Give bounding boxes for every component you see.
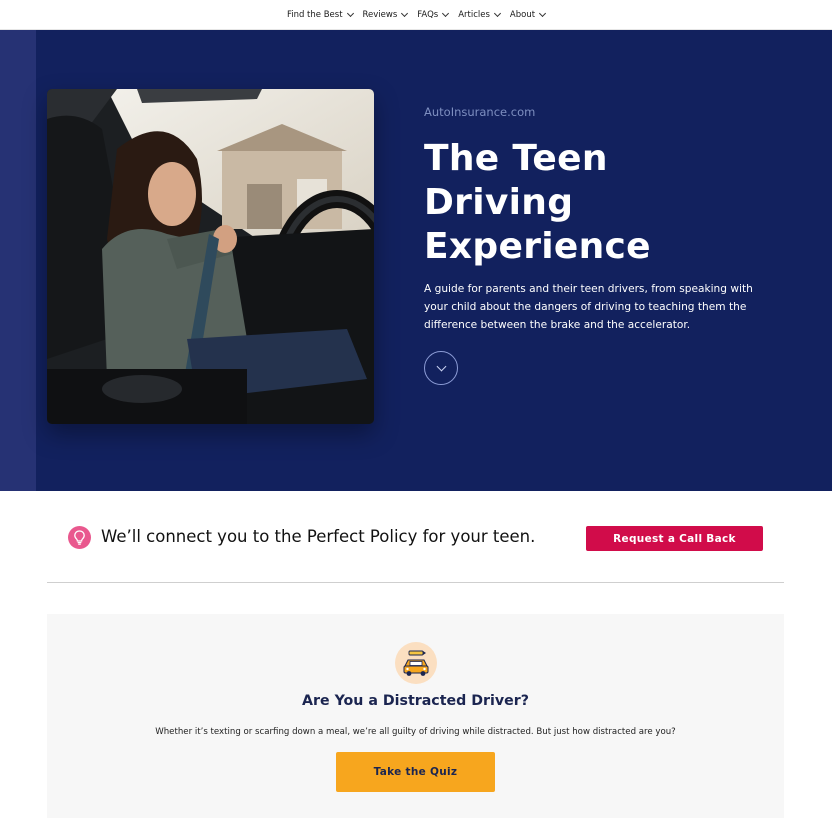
nav-item-label: Reviews — [362, 9, 398, 20]
chevron-down-icon — [401, 9, 409, 17]
distracted-driver-quiz-card: Are You a Distracted Driver? Whether it’… — [47, 614, 784, 818]
section-divider — [47, 582, 784, 583]
nav-item-label: Find the Best — [286, 9, 343, 20]
car-with-pencil-glyph — [403, 650, 429, 676]
nav-item-find-the-best[interactable]: Find the Best — [286, 9, 354, 20]
nav-item-label: FAQs — [417, 9, 439, 20]
nav-item-label: Articles — [458, 9, 490, 20]
nav-item-articles[interactable]: Articles — [458, 9, 501, 20]
nav-item-reviews[interactable]: Reviews — [362, 9, 409, 20]
cta-message: We’ll connect you to the Perfect Policy … — [101, 527, 536, 546]
take-the-quiz-button[interactable]: Take the Quiz — [336, 752, 495, 792]
page-title: The Teen Driving Experience — [424, 138, 651, 267]
nav-item-label: About — [509, 9, 536, 20]
lightbulb-icon — [68, 526, 91, 549]
hero-accent-stripe — [0, 30, 36, 491]
nav-item-about[interactable]: About — [509, 9, 547, 20]
quiz-description: Whether it’s texting or scarfing down a … — [155, 727, 676, 737]
request-call-back-button[interactable]: Request a Call Back — [586, 526, 763, 551]
brand-label: AutoInsurance.com — [424, 105, 536, 119]
distracted-car-icon — [395, 642, 437, 684]
lightbulb-glyph — [74, 530, 85, 545]
chevron-down-icon — [539, 9, 547, 17]
top-navigation: Find the Best Reviews FAQs Articles Abou… — [0, 0, 832, 30]
chevron-down-icon — [442, 9, 450, 17]
nav-item-faqs[interactable]: FAQs — [417, 9, 450, 20]
chevron-down-icon — [346, 9, 354, 17]
scroll-down-button[interactable] — [424, 351, 458, 385]
hero-description: A guide for parents and their teen drive… — [424, 283, 753, 331]
chevron-down-icon — [436, 361, 446, 371]
chevron-down-icon — [493, 9, 501, 17]
teen-buckling-seatbelt-photo — [47, 89, 374, 424]
quiz-title: Are You a Distracted Driver? — [302, 693, 529, 709]
hero-photo — [47, 89, 374, 424]
hero-section: AutoInsurance.com The Teen Driving Exper… — [0, 30, 832, 491]
